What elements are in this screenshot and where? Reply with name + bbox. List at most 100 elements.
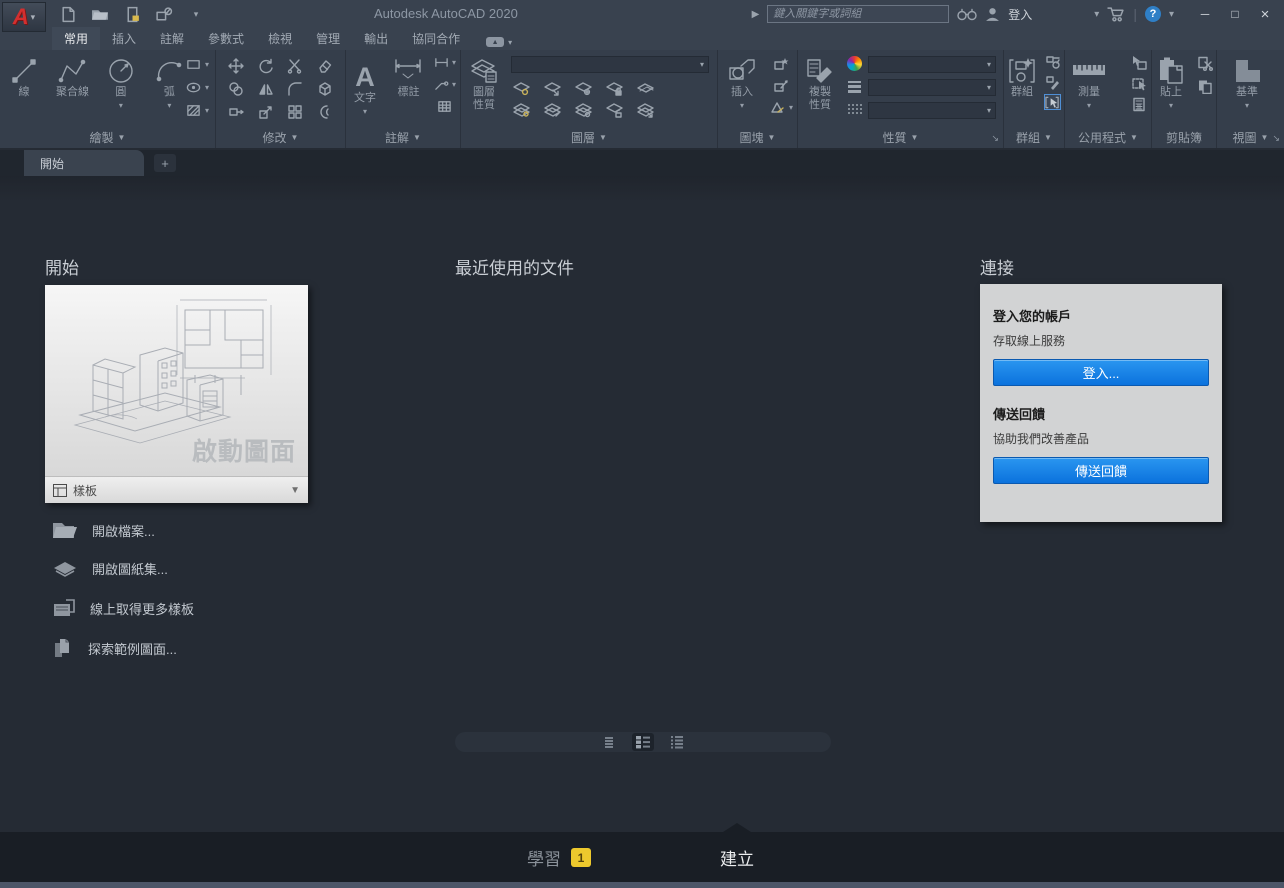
- insert-block-tool[interactable]: 插入 ▾: [720, 52, 764, 112]
- list-view-toggle[interactable]: [666, 733, 688, 751]
- new-file-icon[interactable]: [58, 4, 78, 24]
- ribbon-tab-collaborate[interactable]: 協同合作: [400, 27, 472, 50]
- file-tab-start[interactable]: 開始: [24, 150, 144, 176]
- create-block-tool[interactable]: [773, 55, 790, 71]
- layer-isolate-tool[interactable]: [544, 80, 561, 96]
- sign-in-caret[interactable]: ▾: [1094, 9, 1099, 20]
- mirror-tool[interactable]: [257, 81, 274, 97]
- open-sheet-set-link[interactable]: 開啟圖紙集...: [52, 559, 168, 578]
- leader-caret[interactable]: ▾: [452, 80, 456, 89]
- lineweight-combobox[interactable]: ▾: [868, 79, 996, 96]
- ribbon-tab-output[interactable]: 輸出: [352, 27, 400, 50]
- minimize-button[interactable]: ─: [1192, 4, 1218, 24]
- binoculars-icon[interactable]: [957, 7, 977, 22]
- layer-prev-tool[interactable]: [544, 102, 561, 118]
- ungroup-tool[interactable]: [1044, 54, 1061, 70]
- thumbnail-text-view-toggle[interactable]: [632, 733, 654, 751]
- ellipse-tool[interactable]: [185, 79, 202, 95]
- plot-icon[interactable]: [154, 4, 174, 24]
- ribbon-tab-view[interactable]: 檢視: [256, 27, 304, 50]
- match-properties-tool[interactable]: 複製性質: [798, 52, 842, 112]
- save-icon[interactable]: [122, 4, 142, 24]
- linetype-combobox[interactable]: ▾: [868, 102, 996, 119]
- panel-label-clipboard[interactable]: 剪貼簿: [1152, 128, 1216, 146]
- layer-lock-tool[interactable]: [606, 80, 623, 96]
- search-input[interactable]: [767, 5, 950, 23]
- table-tool[interactable]: [436, 98, 453, 114]
- rectangle-caret[interactable]: ▾: [205, 60, 209, 69]
- view-dialog-launcher[interactable]: ↘: [1272, 133, 1280, 144]
- trim-tool[interactable]: [287, 58, 304, 74]
- line-tool[interactable]: 線: [2, 52, 46, 99]
- panel-label-draw[interactable]: 繪製 ▼: [0, 128, 215, 146]
- explode-tool[interactable]: [317, 81, 334, 97]
- rectangle-tool[interactable]: [185, 56, 202, 72]
- panel-label-groups[interactable]: 群組 ▼: [1004, 128, 1064, 146]
- online-templates-link[interactable]: 線上取得更多樣板: [52, 598, 194, 618]
- base-view-tool[interactable]: 基準 ▾: [1217, 52, 1277, 112]
- paste-tool[interactable]: 貼上 ▾: [1152, 52, 1190, 112]
- search-expand-icon[interactable]: ▶: [752, 9, 760, 20]
- panel-label-properties[interactable]: 性質 ▼: [798, 128, 1003, 146]
- panel-label-annotation[interactable]: 註解 ▼: [346, 128, 460, 146]
- sign-in-button[interactable]: 登入...: [993, 359, 1209, 386]
- copy-clip-tool[interactable]: [1196, 78, 1213, 94]
- sample-drawings-link[interactable]: 探索範例圖面...: [52, 637, 177, 659]
- lineweight-icon[interactable]: [846, 78, 863, 94]
- feedback-button[interactable]: 傳送回饋: [993, 457, 1209, 484]
- panel-label-modify[interactable]: 修改 ▼: [216, 128, 345, 146]
- help-caret[interactable]: ▾: [1169, 9, 1174, 20]
- layer-unlock-tool[interactable]: [606, 102, 623, 118]
- hatch-caret[interactable]: ▾: [205, 106, 209, 115]
- block-attributes-caret[interactable]: ▾: [789, 103, 793, 112]
- calculator-tool[interactable]: [1130, 96, 1147, 112]
- help-icon[interactable]: ?: [1144, 6, 1161, 22]
- start-drawing-thumbnail[interactable]: 啟動圖面: [45, 285, 308, 476]
- copy-tool[interactable]: [227, 81, 244, 97]
- layer-make-current-tool[interactable]: [637, 80, 654, 96]
- linetype-icon[interactable]: [846, 101, 863, 117]
- hatch-tool[interactable]: [185, 102, 202, 118]
- autocad-logo[interactable]: A ▾: [2, 2, 46, 32]
- layer-freeze-tool[interactable]: [575, 80, 592, 96]
- text-tool[interactable]: A 文字 ▾: [346, 58, 384, 118]
- polyline-tool[interactable]: 聚合線: [50, 52, 94, 99]
- array-tool[interactable]: [287, 104, 304, 120]
- erase-tool[interactable]: [317, 58, 334, 74]
- group-edit-tool[interactable]: [1044, 74, 1061, 90]
- learn-page-button[interactable]: 學習 1: [527, 845, 591, 870]
- dim-style-caret[interactable]: ▾: [452, 58, 456, 67]
- cart-icon[interactable]: [1107, 6, 1125, 22]
- block-attributes-tool[interactable]: [770, 99, 787, 115]
- ribbon-tab-insert[interactable]: 插入: [100, 27, 148, 50]
- open-files-link[interactable]: 開啟檔案...: [52, 520, 155, 540]
- rotate-tool[interactable]: [257, 58, 274, 74]
- user-icon[interactable]: [985, 7, 1000, 22]
- create-page-button[interactable]: 建立: [720, 845, 754, 870]
- thumbnail-view-toggle[interactable]: [598, 733, 620, 751]
- ribbon-tab-home[interactable]: 常用: [52, 27, 101, 50]
- properties-dialog-launcher[interactable]: ↘: [991, 133, 999, 144]
- layer-walk-tool[interactable]: [637, 102, 654, 118]
- circle-tool[interactable]: 圓 ▾: [99, 52, 143, 112]
- maximize-button[interactable]: □: [1222, 4, 1248, 24]
- object-color-icon[interactable]: [846, 55, 863, 71]
- ribbon-tab-parametric[interactable]: 參數式: [196, 27, 256, 50]
- dim-style-tool[interactable]: [433, 54, 450, 70]
- layer-properties-tool[interactable]: 圖層性質: [463, 52, 505, 112]
- new-drawing-tab-button[interactable]: +: [154, 154, 176, 172]
- start-drawing-card[interactable]: 啟動圖面 樣板 ▼: [45, 285, 308, 503]
- qat-customize-caret[interactable]: ▾: [186, 4, 206, 24]
- ribbon-minimize-toggle[interactable]: ▲ ▾: [486, 37, 512, 50]
- group-tool[interactable]: 群組: [1004, 52, 1040, 99]
- dimension-tool[interactable]: 標註: [388, 52, 428, 99]
- ellipse-caret[interactable]: ▾: [205, 83, 209, 92]
- select-all-tool[interactable]: [1130, 75, 1147, 91]
- layer-off-tool[interactable]: [513, 80, 530, 96]
- quick-select-tool[interactable]: [1130, 54, 1147, 70]
- stretch-tool[interactable]: [227, 104, 244, 120]
- panel-label-layers[interactable]: 圖層 ▼: [461, 128, 717, 146]
- open-folder-icon[interactable]: [90, 4, 110, 24]
- close-button[interactable]: ×: [1252, 4, 1278, 24]
- layer-on-tool[interactable]: [575, 102, 592, 118]
